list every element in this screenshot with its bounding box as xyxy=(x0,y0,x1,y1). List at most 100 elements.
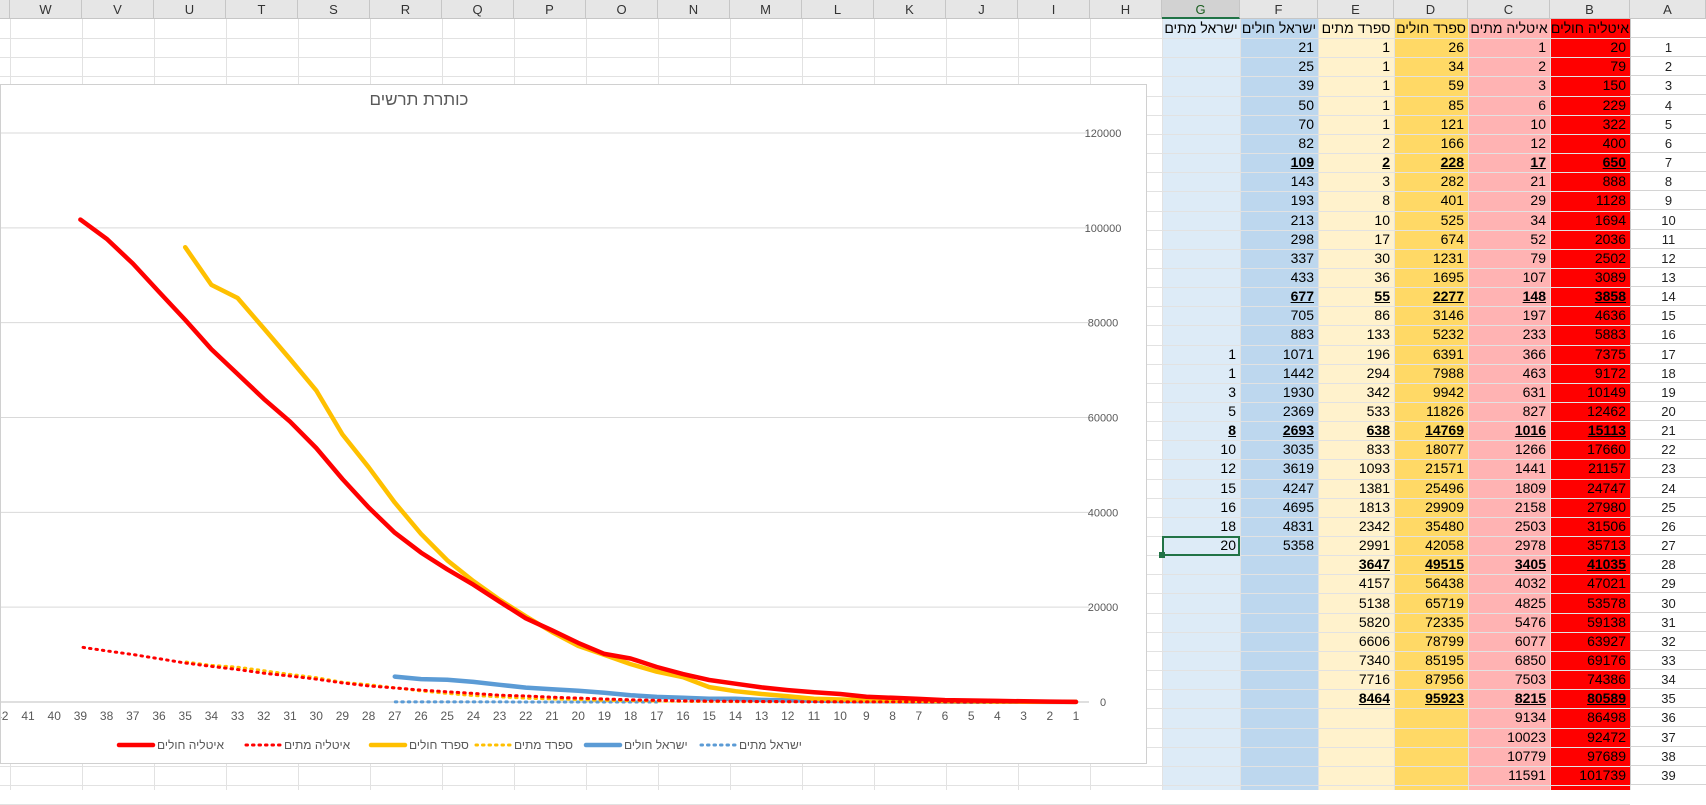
cell-b12[interactable]: 2502 xyxy=(1550,249,1630,268)
cell-f26[interactable]: 4831 xyxy=(1240,517,1318,536)
cell-c5[interactable]: 10 xyxy=(1468,115,1550,134)
column-header-k[interactable]: K xyxy=(874,0,946,19)
cell-c13[interactable]: 107 xyxy=(1468,268,1550,287)
cell-b37[interactable]: 92472 xyxy=(1550,728,1630,747)
cell-b2[interactable]: 79 xyxy=(1550,57,1630,76)
row-header[interactable]: 7 xyxy=(1630,153,1706,172)
cell-c22[interactable]: 1266 xyxy=(1468,440,1550,459)
header-cell-c[interactable]: איטליה מתים xyxy=(1468,19,1550,38)
cell-e18[interactable]: 294 xyxy=(1318,364,1394,383)
cell-e22[interactable]: 833 xyxy=(1318,440,1394,459)
cell-e24[interactable]: 1381 xyxy=(1318,479,1394,498)
cell-e16[interactable]: 133 xyxy=(1318,325,1394,344)
cell-c7[interactable]: 17 xyxy=(1468,153,1550,172)
row-header[interactable]: 26 xyxy=(1630,517,1706,536)
row-header[interactable]: 11 xyxy=(1630,230,1706,249)
column-header-v[interactable]: V xyxy=(82,0,154,19)
cell-b1[interactable]: 20 xyxy=(1550,38,1630,57)
column-header-c[interactable]: C xyxy=(1468,0,1550,19)
cell-d3[interactable]: 59 xyxy=(1394,76,1468,95)
row-header[interactable]: 38 xyxy=(1630,747,1706,766)
column-header-t[interactable]: T xyxy=(226,0,298,19)
cell-c25[interactable]: 2158 xyxy=(1468,498,1550,517)
cell-d14[interactable]: 2277 xyxy=(1394,287,1468,306)
row-header[interactable]: 32 xyxy=(1630,632,1706,651)
cell-b27[interactable]: 35713 xyxy=(1550,536,1630,555)
cell-c1[interactable]: 1 xyxy=(1468,38,1550,57)
cell-d12[interactable]: 1231 xyxy=(1394,249,1468,268)
cell-d10[interactable]: 525 xyxy=(1394,211,1468,230)
row-header[interactable]: 24 xyxy=(1630,479,1706,498)
cell-e26[interactable]: 2342 xyxy=(1318,517,1394,536)
cell-d28[interactable]: 49515 xyxy=(1394,555,1468,574)
cell-b31[interactable]: 59138 xyxy=(1550,613,1630,632)
cell-d20[interactable]: 11826 xyxy=(1394,402,1468,421)
cell-c15[interactable]: 197 xyxy=(1468,306,1550,325)
column-header-f[interactable]: F xyxy=(1240,0,1318,19)
cell-d33[interactable]: 85195 xyxy=(1394,651,1468,670)
cell-d24[interactable]: 25496 xyxy=(1394,479,1468,498)
cell-d26[interactable]: 35480 xyxy=(1394,517,1468,536)
cell-d22[interactable]: 18077 xyxy=(1394,440,1468,459)
cell-d8[interactable]: 282 xyxy=(1394,172,1468,191)
cell-f5[interactable]: 70 xyxy=(1240,115,1318,134)
cell-g18[interactable]: 1 xyxy=(1162,364,1240,383)
cell-d6[interactable]: 166 xyxy=(1394,134,1468,153)
cell-d18[interactable]: 7988 xyxy=(1394,364,1468,383)
column-header-r[interactable]: R xyxy=(370,0,442,19)
column-header-g[interactable]: G xyxy=(1162,0,1240,19)
row-header[interactable]: 12 xyxy=(1630,249,1706,268)
cell-c9[interactable]: 29 xyxy=(1468,191,1550,210)
cell-c39[interactable]: 11591 xyxy=(1468,766,1550,785)
cell-b14[interactable]: 3858 xyxy=(1550,287,1630,306)
row-header[interactable]: 21 xyxy=(1630,421,1706,440)
column-header-p[interactable]: P xyxy=(514,0,586,19)
cell-f13[interactable]: 433 xyxy=(1240,268,1318,287)
cell-b39[interactable]: 101739 xyxy=(1550,766,1630,785)
row-header[interactable]: 29 xyxy=(1630,574,1706,593)
cell-d5[interactable]: 121 xyxy=(1394,115,1468,134)
cell-d35[interactable]: 95923 xyxy=(1394,689,1468,708)
cell-f12[interactable]: 337 xyxy=(1240,249,1318,268)
cell-c3[interactable]: 3 xyxy=(1468,76,1550,95)
cell-c19[interactable]: 631 xyxy=(1468,383,1550,402)
column-header-h[interactable]: H xyxy=(1090,0,1162,19)
column-header-j[interactable]: J xyxy=(946,0,1018,19)
cell-d32[interactable]: 78799 xyxy=(1394,632,1468,651)
row-header[interactable]: 37 xyxy=(1630,728,1706,747)
cell-d34[interactable]: 87956 xyxy=(1394,670,1468,689)
cell-b20[interactable]: 12462 xyxy=(1550,402,1630,421)
cell-c33[interactable]: 6850 xyxy=(1468,651,1550,670)
cell-c21[interactable]: 1016 xyxy=(1468,421,1550,440)
cell-e6[interactable]: 2 xyxy=(1318,134,1394,153)
row-header[interactable]: 17 xyxy=(1630,345,1706,364)
cell-c27[interactable]: 2978 xyxy=(1468,536,1550,555)
row-header[interactable]: 22 xyxy=(1630,440,1706,459)
row-header[interactable]: 27 xyxy=(1630,536,1706,555)
cell-c29[interactable]: 4032 xyxy=(1468,574,1550,593)
cell-b23[interactable]: 21157 xyxy=(1550,459,1630,478)
cell-f7[interactable]: 109 xyxy=(1240,153,1318,172)
cell-b19[interactable]: 10149 xyxy=(1550,383,1630,402)
cell-c4[interactable]: 6 xyxy=(1468,96,1550,115)
cell-d21[interactable]: 14769 xyxy=(1394,421,1468,440)
fill-handle[interactable] xyxy=(1159,552,1165,558)
column-header-s[interactable]: S xyxy=(298,0,370,19)
column-header-m[interactable]: M xyxy=(730,0,802,19)
row-header[interactable]: 25 xyxy=(1630,498,1706,517)
cell-b21[interactable]: 15113 xyxy=(1550,421,1630,440)
cell-c17[interactable]: 366 xyxy=(1468,345,1550,364)
column-header-l[interactable]: L xyxy=(802,0,874,19)
row-header[interactable]: 4 xyxy=(1630,96,1706,115)
cell-c2[interactable]: 2 xyxy=(1468,57,1550,76)
cell-e13[interactable]: 36 xyxy=(1318,268,1394,287)
column-header-d[interactable]: D xyxy=(1394,0,1468,19)
row-header[interactable]: 9 xyxy=(1630,191,1706,210)
cell-b25[interactable]: 27980 xyxy=(1550,498,1630,517)
row-header[interactable]: 5 xyxy=(1630,115,1706,134)
cell-e33[interactable]: 7340 xyxy=(1318,651,1394,670)
row-header-blank[interactable] xyxy=(1630,19,1706,38)
cell-b33[interactable]: 69176 xyxy=(1550,651,1630,670)
cell-f21[interactable]: 2693 xyxy=(1240,421,1318,440)
row-header[interactable]: 35 xyxy=(1630,689,1706,708)
